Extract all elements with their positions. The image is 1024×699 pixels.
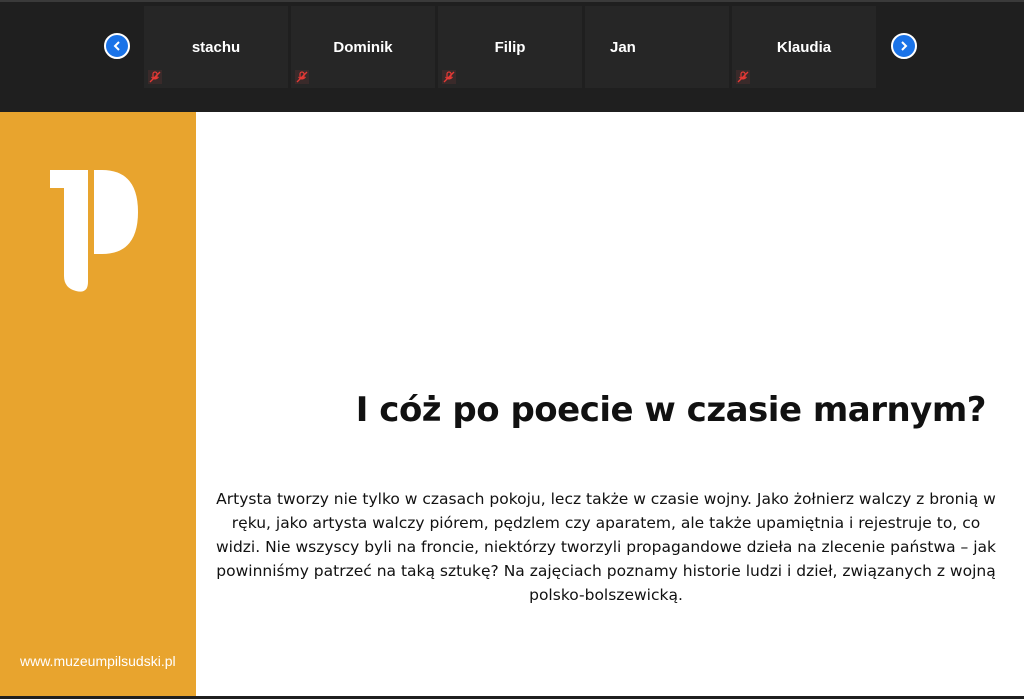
mic-off-icon bbox=[295, 70, 309, 84]
participant-tile-stachu[interactable]: stachu bbox=[144, 6, 288, 88]
slide-sidebar: www.muzeumpilsudski.pl bbox=[0, 112, 196, 696]
participant-name: Dominik bbox=[333, 39, 393, 56]
muzeum-pilsudski-logo bbox=[50, 170, 138, 292]
site-url: www.muzeumpilsudski.pl bbox=[20, 653, 176, 669]
previous-participants-button[interactable] bbox=[104, 33, 130, 59]
chevron-left-icon bbox=[113, 41, 120, 51]
next-participants-button[interactable] bbox=[891, 33, 917, 59]
participant-name: Klaudia bbox=[776, 39, 832, 56]
chevron-right-icon bbox=[901, 41, 908, 51]
mic-off-icon bbox=[442, 70, 456, 84]
slide-body-text: Artysta tworzy nie tylko w czasach pokoj… bbox=[215, 490, 997, 604]
participant-name: Filip bbox=[494, 39, 526, 56]
presentation-slide: www.muzeumpilsudski.pl I cóż po poecie w… bbox=[0, 112, 1024, 696]
slide-title: I cóż po poecie w czasie marnym? bbox=[355, 390, 987, 430]
mic-off-icon bbox=[736, 70, 750, 84]
participant-bar: stachu Dominik Filip Jan Klaudia bbox=[0, 0, 1024, 112]
participant-name: Jan bbox=[610, 39, 636, 56]
participant-tile-klaudia[interactable]: Klaudia bbox=[732, 6, 876, 88]
participant-name: stachu bbox=[191, 39, 241, 56]
participant-tile-filip[interactable]: Filip bbox=[438, 6, 582, 88]
participant-tile-jan[interactable]: Jan bbox=[585, 6, 729, 88]
mic-off-icon bbox=[148, 70, 162, 84]
participant-tile-dominik[interactable]: Dominik bbox=[291, 6, 435, 88]
